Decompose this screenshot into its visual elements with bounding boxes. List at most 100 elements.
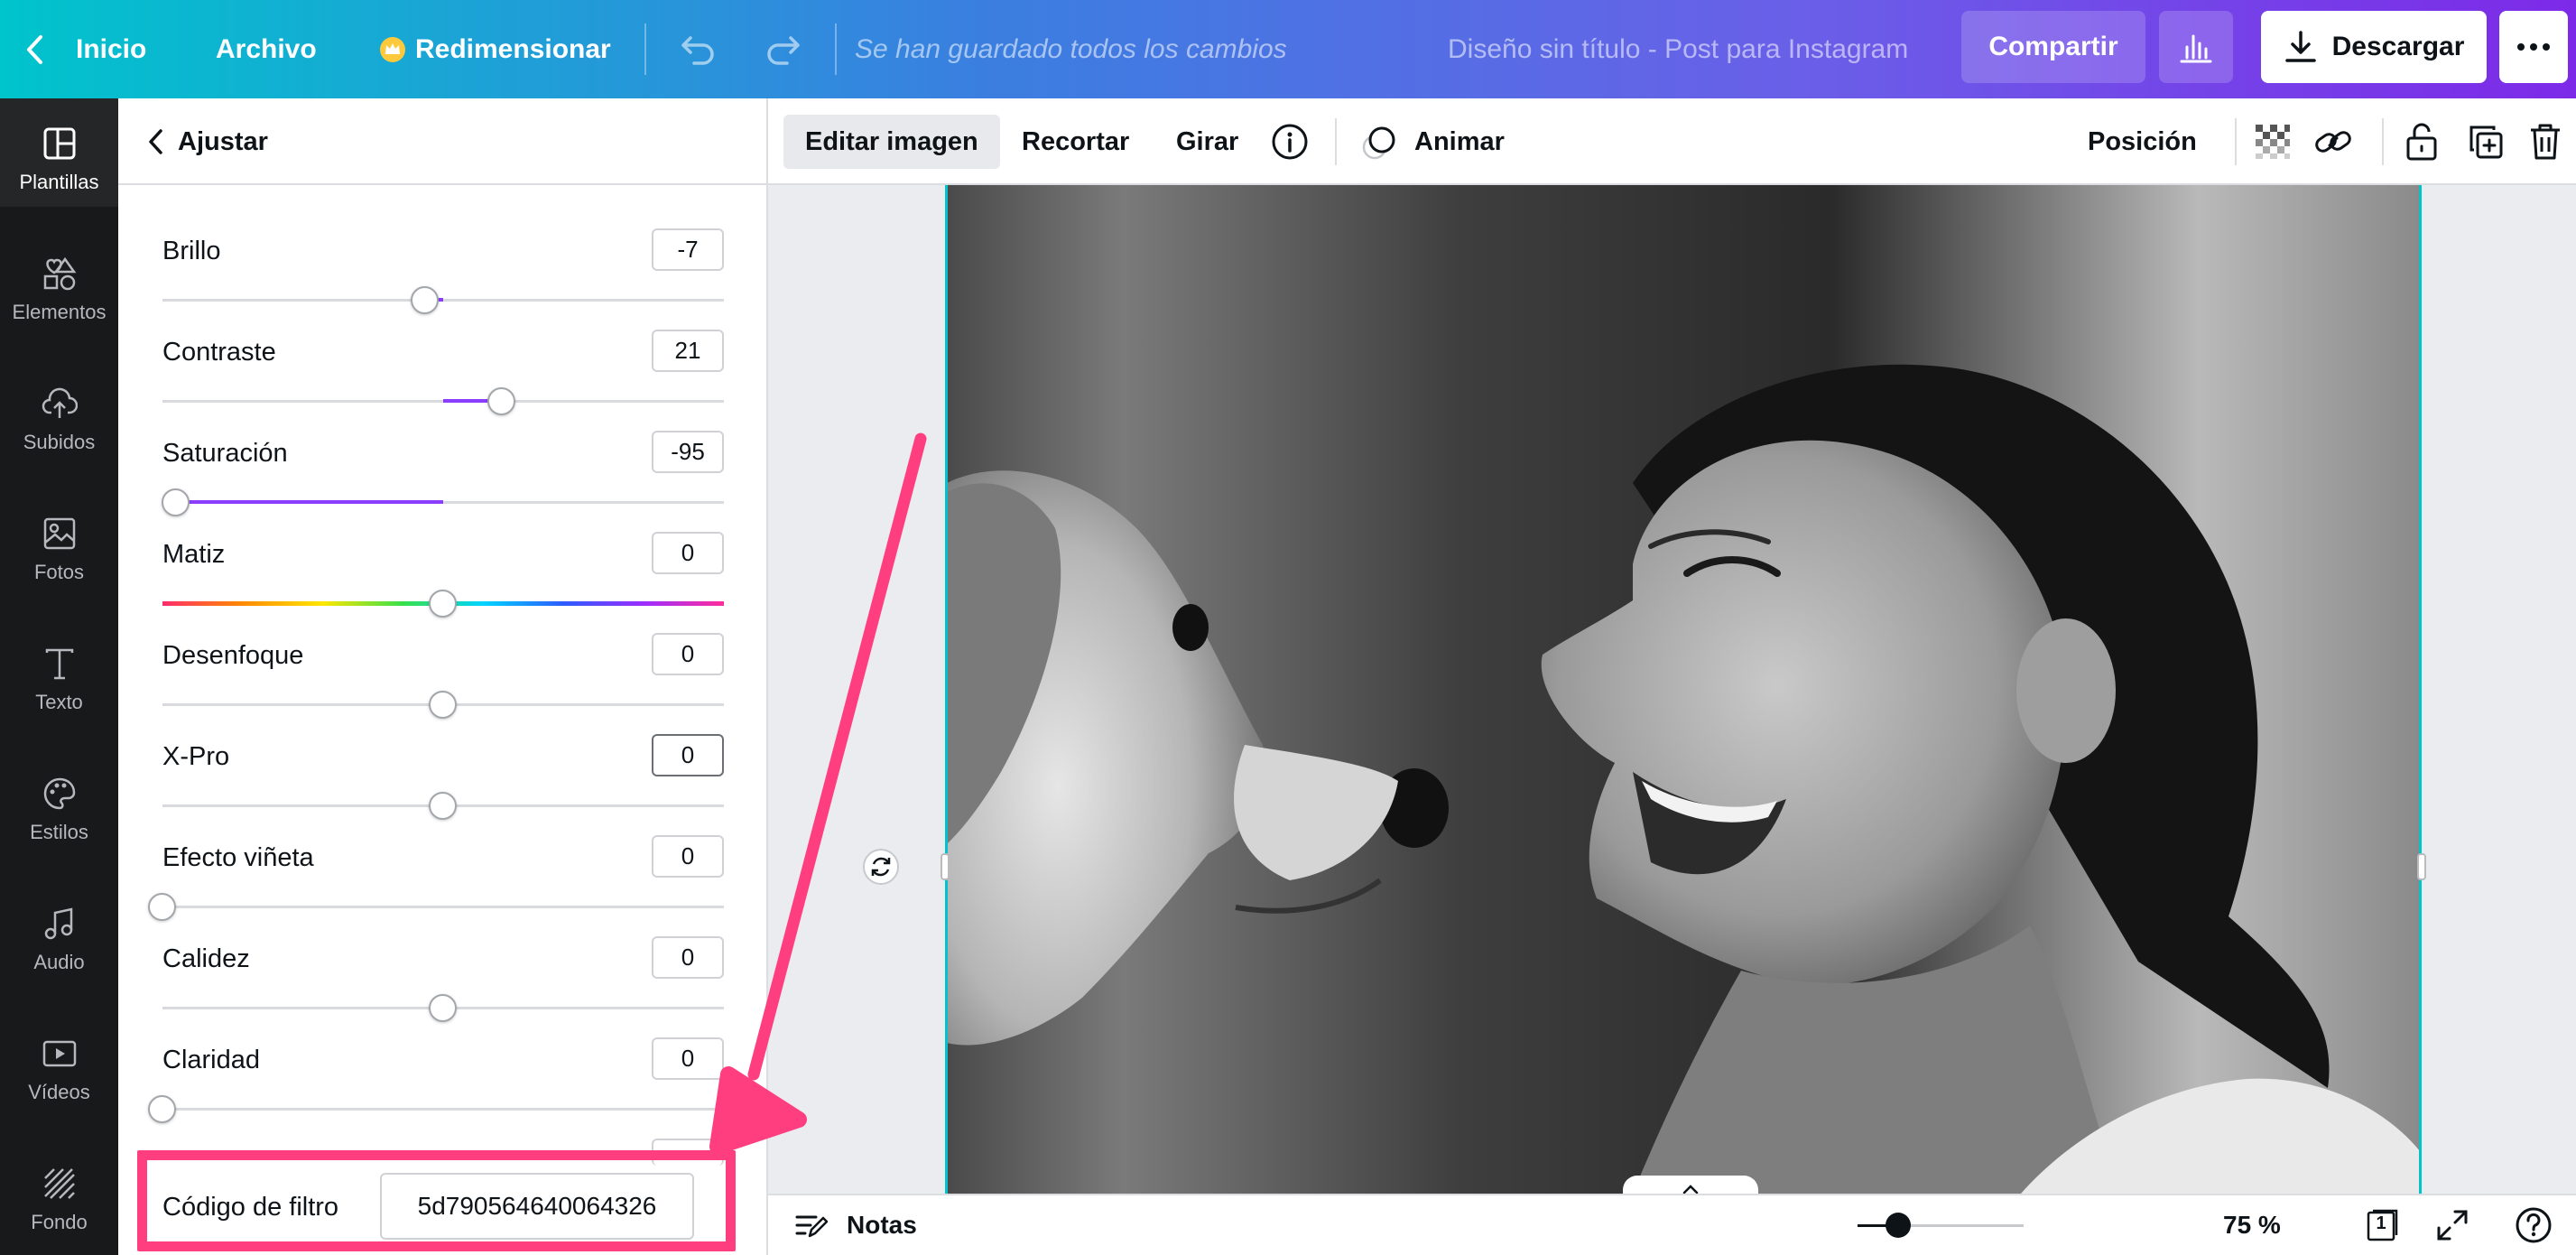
adjust-label-blur: Desenfoque <box>162 641 304 670</box>
brightness-value-input[interactable]: -7 <box>652 228 724 271</box>
slider-thumb[interactable] <box>429 590 457 618</box>
fullscreen-button[interactable] <box>2435 1208 2469 1242</box>
slider-thumb[interactable] <box>429 994 457 1022</box>
crop-button[interactable]: Recortar <box>1022 98 1129 185</box>
transparency-button[interactable] <box>2254 98 2292 185</box>
notes-icon <box>795 1215 829 1238</box>
chevron-up-icon <box>1682 1185 1699 1194</box>
save-status: Se han guardado todos los cambios <box>855 33 1287 64</box>
sidebar-item-elements[interactable]: Elementos <box>0 228 118 337</box>
clarity-slider[interactable] <box>162 1108 724 1111</box>
slider-thumb[interactable] <box>429 691 457 719</box>
chevron-left-icon <box>149 129 162 154</box>
divider <box>644 23 646 75</box>
document-title[interactable]: Diseño sin título - Post para Instagram <box>1448 0 1908 98</box>
photos-icon <box>43 517 75 550</box>
sidebar-item-uploads[interactable]: Subidos <box>0 358 118 467</box>
sidebar-item-label: Estilos <box>30 821 88 843</box>
slider-thumb[interactable] <box>162 488 190 516</box>
adjust-label-xpro: X-Pro <box>162 742 230 771</box>
xpro-value-input[interactable]: 0 <box>652 734 724 776</box>
home-label: Inicio <box>76 33 147 64</box>
adjust-label-vignette: Efecto viñeta <box>162 843 314 872</box>
slider-thumb[interactable] <box>429 792 457 820</box>
file-menu[interactable]: Archivo <box>216 0 317 98</box>
position-label: Posición <box>2088 126 2197 156</box>
adjust-label-contrast: Contraste <box>162 338 276 367</box>
top-bar: Inicio Archivo Redimensionar Se han guar… <box>0 0 2576 98</box>
undo-icon <box>681 35 714 65</box>
sidebar-item-text[interactable]: Texto <box>0 618 118 727</box>
info-icon <box>1272 124 1308 160</box>
sidebar-item-background[interactable]: Fondo <box>0 1139 118 1247</box>
sidebar-item-styles[interactable]: Estilos <box>0 748 118 857</box>
sidebar-item-photos[interactable]: Fotos <box>0 488 118 597</box>
redo-icon <box>767 35 800 65</box>
rotate-icon <box>871 857 891 877</box>
sidebar-item-label: Fondo <box>31 1211 88 1233</box>
duplicate-button[interactable] <box>2467 98 2505 185</box>
resize-handle-right[interactable] <box>2417 853 2426 880</box>
notes-button[interactable]: Notas <box>794 1195 917 1255</box>
download-button[interactable]: Descargar <box>2261 11 2487 83</box>
elements-icon <box>43 256 76 291</box>
sidebar-item-videos[interactable]: Vídeos <box>0 1009 118 1117</box>
delete-button[interactable] <box>2528 98 2562 185</box>
share-button[interactable]: Compartir <box>1961 11 2145 83</box>
download-label: Descargar <box>2331 32 2465 61</box>
saturation-value-input[interactable]: -95 <box>652 431 724 473</box>
zoom-level[interactable]: 75 % <box>2223 1195 2281 1255</box>
sidebar-item-templates[interactable]: Plantillas <box>0 98 118 207</box>
edit-image-label: Editar imagen <box>805 126 978 156</box>
rotate-button[interactable]: Girar <box>1176 98 1238 185</box>
back-button[interactable]: Ajustar <box>147 98 268 185</box>
resize-button[interactable]: Redimensionar <box>379 0 611 98</box>
home-button[interactable]: Inicio <box>25 0 146 98</box>
slider-thumb[interactable] <box>411 286 439 314</box>
adjust-label-warmth: Calidez <box>162 944 250 973</box>
sidebar-item-label: Elementos <box>12 301 107 323</box>
hue-value-input[interactable]: 0 <box>652 532 724 574</box>
background-icon <box>43 1168 75 1199</box>
edit-image-button[interactable]: Editar imagen <box>783 115 1000 169</box>
insights-button[interactable] <box>2159 11 2233 83</box>
animate-button[interactable]: Animar <box>1360 98 1505 185</box>
more-button[interactable] <box>2499 11 2568 83</box>
page-count-button[interactable]: 1 <box>2366 1208 2400 1242</box>
slider-fill <box>176 500 443 504</box>
sidebar-item-audio[interactable]: Audio <box>0 878 118 987</box>
undo-button[interactable] <box>680 0 716 98</box>
contrast-value-input[interactable]: 21 <box>652 330 724 372</box>
resize-handle-left[interactable] <box>941 853 950 880</box>
selection-frame <box>945 185 2422 1194</box>
share-label: Compartir <box>1988 32 2118 61</box>
help-button[interactable] <box>2515 1206 2553 1244</box>
divider <box>2382 118 2384 165</box>
slider-thumb[interactable] <box>487 387 515 415</box>
expand-pages-button[interactable] <box>1623 1176 1758 1194</box>
clarity-value-input[interactable]: 0 <box>652 1037 724 1080</box>
sidebar-item-label: Subidos <box>23 431 96 453</box>
bottom-bar: Notas 75 % 1 <box>768 1194 2576 1255</box>
warmth-value-input[interactable]: 0 <box>652 936 724 979</box>
info-button[interactable] <box>1271 98 1309 185</box>
animate-icon <box>1362 126 1395 160</box>
animate-label: Animar <box>1414 126 1505 156</box>
zoom-slider-thumb[interactable] <box>1886 1213 1911 1238</box>
redo-button[interactable] <box>765 0 802 98</box>
blur-value-input[interactable]: 0 <box>652 633 724 675</box>
position-button[interactable]: Posición <box>2088 98 2197 185</box>
slider-thumb[interactable] <box>148 893 176 921</box>
divider <box>835 23 837 75</box>
link-button[interactable] <box>2313 98 2353 185</box>
crown-icon <box>380 36 405 62</box>
brightness-slider[interactable] <box>162 299 724 302</box>
lock-button[interactable] <box>2405 98 2439 185</box>
vignette-slider[interactable] <box>162 906 724 908</box>
vignette-value-input[interactable]: 0 <box>652 835 724 878</box>
file-label: Archivo <box>216 33 317 64</box>
rotate-handle[interactable] <box>863 849 899 885</box>
divider <box>1335 118 1337 165</box>
adjust-label-saturation: Saturación <box>162 439 288 468</box>
slider-thumb[interactable] <box>148 1095 176 1123</box>
